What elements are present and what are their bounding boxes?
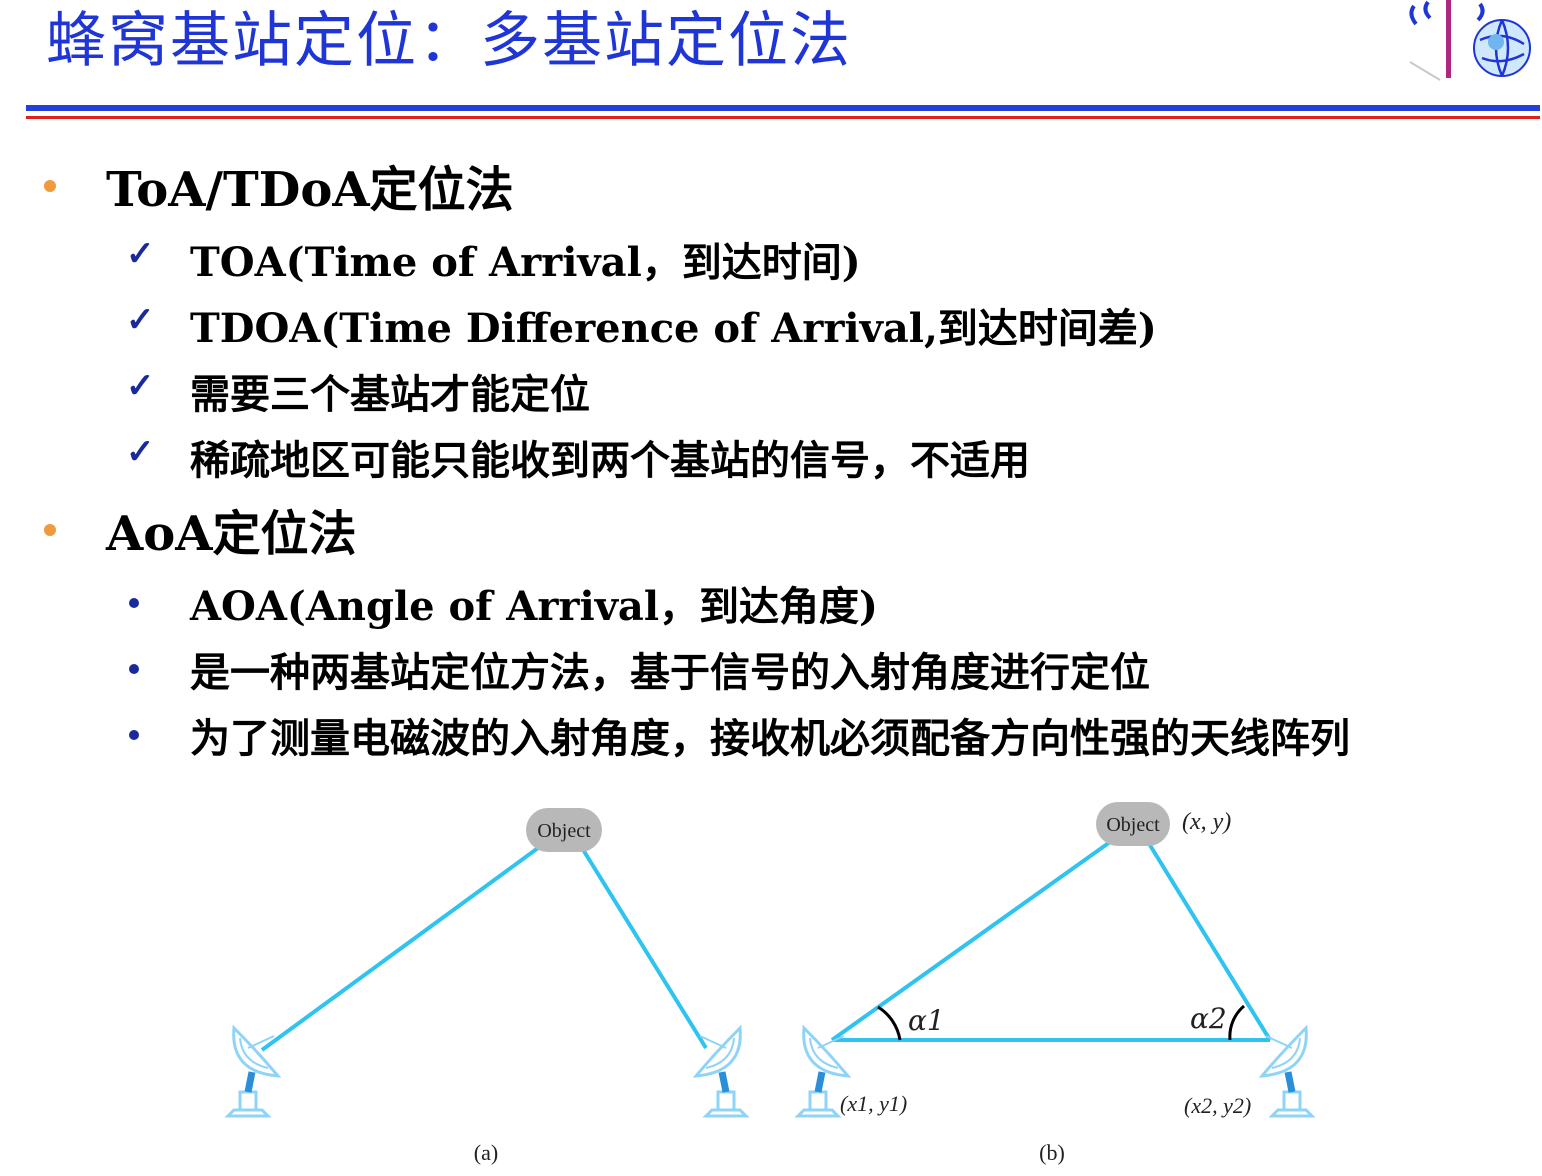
check-icon: ✓ (126, 366, 155, 406)
object-label: Object (1106, 814, 1160, 836)
bullet-marker (44, 524, 56, 536)
list-item: TOA(Time of Arrival，到达时间) (190, 239, 861, 286)
check-icon: ✓ (126, 234, 155, 274)
bullet-marker (129, 664, 139, 674)
alpha2-label: α2 (1190, 1002, 1227, 1035)
header-rule-red (26, 116, 1540, 119)
station1-coord-label: (x1, y1) (840, 1091, 907, 1116)
aoa-heading: AoA定位法 (106, 506, 357, 562)
list-item: 是一种两基站定位方法，基于信号的入射角度进行定位 (190, 649, 1150, 696)
signal-line (830, 840, 1112, 1042)
bullet-marker (129, 598, 139, 608)
alpha1-label: α1 (908, 1004, 945, 1037)
object-coord-label: (x, y) (1182, 809, 1231, 835)
station2-coord-label: (x2, y2) (1184, 1093, 1251, 1118)
list-item: 需要三个基站才能定位 (190, 371, 590, 418)
list-item: 稀疏地区可能只能收到两个基站的信号，不适用 (190, 437, 1030, 484)
list-item: 为了测量电磁波的入射角度，接收机必须配备方向性强的天线阵列 (190, 715, 1350, 762)
angle-arc (877, 1005, 902, 1041)
antenna-globe-logo (1409, 0, 1531, 81)
check-icon: ✓ (126, 300, 155, 340)
header-rule-blue (26, 105, 1540, 111)
object-label: Object (537, 820, 591, 842)
angle-arc (1228, 1004, 1246, 1041)
signal-line (580, 846, 708, 1050)
base-station-icon (228, 1028, 278, 1116)
figure-caption: (a) (474, 1140, 498, 1165)
check-icon: ✓ (126, 432, 155, 472)
bullet-marker (44, 180, 56, 192)
figure-caption: (b) (1039, 1140, 1065, 1165)
page-title: 蜂窝基站定位：多基站定位法 (46, 6, 852, 76)
list-item: TDOA(Time Difference of Arrival,到达时间差) (190, 305, 1157, 352)
list-item: AOA(Angle of Arrival，到达角度) (190, 583, 878, 630)
bullet-marker (129, 730, 139, 740)
signal-line (260, 846, 540, 1052)
panel-b: α1 α2 Object (x, y) (x1, y1) (x2, y2) (b… (798, 802, 1312, 1165)
panel-a: Object (a) (228, 808, 746, 1165)
aoa-diagram: Object (a) α1 α2 Object (x, y) (x1, y1) … (0, 802, 1542, 1165)
toa-heading: ToA/TDoA定位法 (106, 162, 514, 218)
